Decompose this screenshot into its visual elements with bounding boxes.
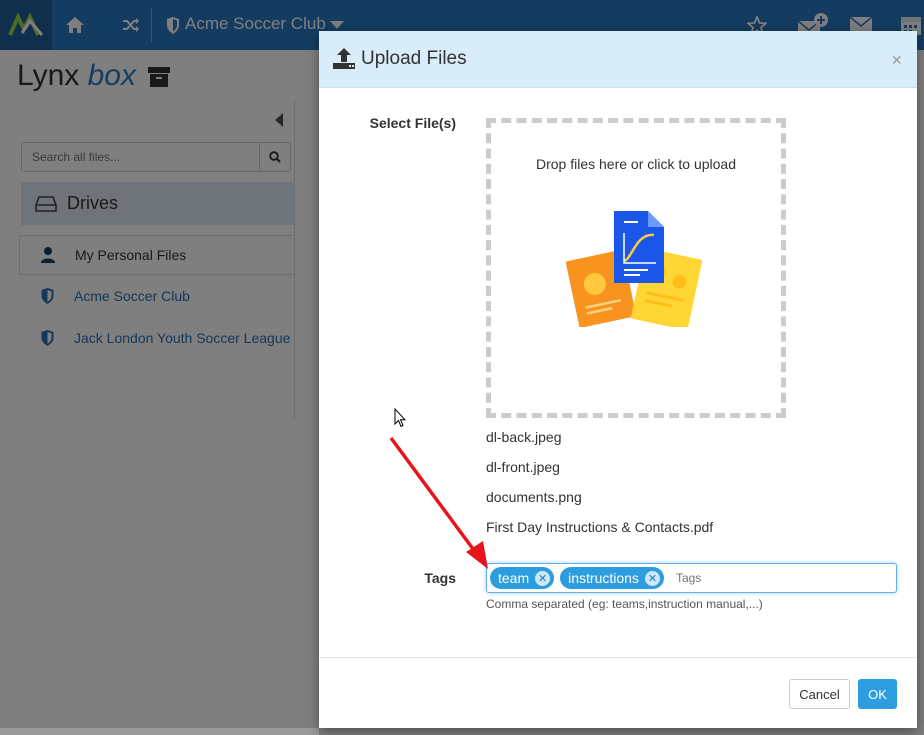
tags-input[interactable] xyxy=(675,571,796,585)
modal-footer: Cancel OK xyxy=(319,657,917,728)
tag-chip-instructions: instructions ✕ xyxy=(560,567,664,589)
ok-button[interactable]: OK xyxy=(858,679,897,709)
cancel-button[interactable]: Cancel xyxy=(789,679,850,709)
tags-help-text: Comma separated (eg: teams,instruction m… xyxy=(486,597,763,611)
tags-label: Tags xyxy=(424,570,456,586)
tag-label: instructions xyxy=(568,570,639,586)
remove-tag-icon[interactable]: ✕ xyxy=(644,570,660,586)
select-files-label: Select File(s) xyxy=(369,115,456,131)
upload-files-modal: Upload Files × Select File(s) Drop files… xyxy=(319,31,917,728)
file-item: First Day Instructions & Contacts.pdf xyxy=(486,519,714,535)
horizontal-scrollbar[interactable] xyxy=(0,728,319,735)
dropzone-text: Drop files here or click to upload xyxy=(536,156,736,172)
upload-icon xyxy=(333,48,355,75)
selected-file-list: dl-back.jpeg dl-front.jpeg documents.png… xyxy=(486,427,713,547)
file-item: dl-front.jpeg xyxy=(486,459,560,475)
file-dropzone[interactable]: Drop files here or click to upload xyxy=(486,118,786,418)
documents-illustration-icon xyxy=(565,211,703,332)
close-button[interactable]: × xyxy=(891,51,902,69)
modal-title: Upload Files xyxy=(361,48,467,69)
tag-label: team xyxy=(498,570,530,586)
file-item: documents.png xyxy=(486,489,582,505)
modal-header: Upload Files × xyxy=(319,31,917,88)
file-item: dl-back.jpeg xyxy=(486,429,562,445)
mouse-cursor-icon xyxy=(394,407,407,433)
tags-input-box[interactable]: team ✕ instructions ✕ xyxy=(486,563,897,593)
tag-chip-team: team ✕ xyxy=(490,567,555,589)
remove-tag-icon[interactable]: ✕ xyxy=(535,570,551,586)
